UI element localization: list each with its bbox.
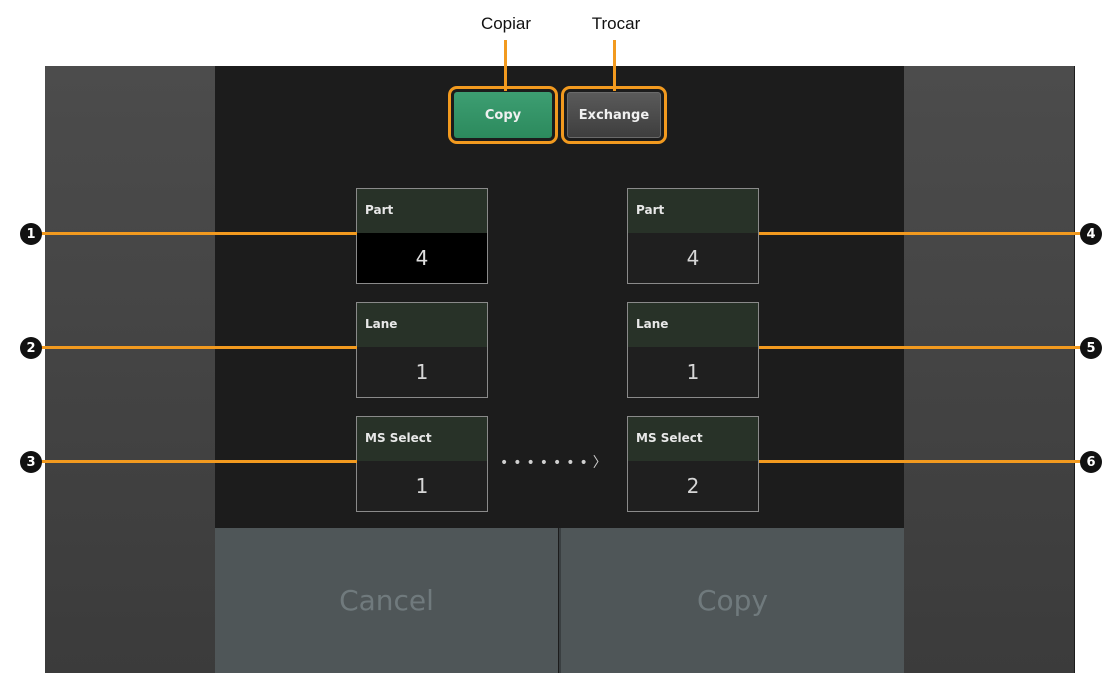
destination-lane-value: 1 <box>686 360 700 384</box>
copy-direction-arrow: •••••••〉 <box>500 455 612 471</box>
copy-mode-button[interactable]: Copy <box>448 86 558 144</box>
marker-5: 5 <box>1080 337 1102 359</box>
source-ms-select-value: 1 <box>415 474 429 498</box>
marker-3: 3 <box>20 451 42 473</box>
destination-ms-select-label: MS Select <box>628 417 758 461</box>
destination-lane-label: Lane <box>628 303 758 347</box>
callout-line-1 <box>30 232 357 235</box>
destination-ms-select-field[interactable]: MS Select 2 <box>627 416 759 512</box>
right-side-panel <box>904 66 1074 673</box>
destination-part-label: Part <box>628 189 758 233</box>
exchange-mode-button[interactable]: Exchange <box>561 86 667 144</box>
destination-lane-field[interactable]: Lane 1 <box>627 302 759 398</box>
marker-6: 6 <box>1080 451 1102 473</box>
callout-line-6 <box>759 460 1089 463</box>
source-part-label: Part <box>357 189 487 233</box>
marker-4: 4 <box>1080 223 1102 245</box>
copy-callout-label: Copiar <box>480 14 532 33</box>
source-ms-select-field[interactable]: MS Select 1 <box>356 416 488 512</box>
callout-line-5 <box>759 346 1089 349</box>
exchange-callout-label: Trocar <box>591 14 641 33</box>
copy-dialog-screen: Copy Exchange Part 4 Lane 1 MS Select 1 … <box>45 66 1075 673</box>
source-lane-label: Lane <box>357 303 487 347</box>
source-part-field[interactable]: Part 4 <box>356 188 488 284</box>
cancel-button[interactable]: Cancel <box>215 528 558 673</box>
marker-2: 2 <box>20 337 42 359</box>
source-ms-select-label: MS Select <box>357 417 487 461</box>
exchange-callout-line <box>613 40 616 91</box>
callout-line-3 <box>30 460 357 463</box>
destination-part-value: 4 <box>686 246 700 270</box>
destination-ms-select-value: 2 <box>686 474 700 498</box>
source-lane-field[interactable]: Lane 1 <box>356 302 488 398</box>
copy-callout-line <box>504 40 507 91</box>
source-part-value: 4 <box>357 233 487 283</box>
destination-part-field[interactable]: Part 4 <box>627 188 759 284</box>
left-side-panel <box>45 66 215 673</box>
callout-line-2 <box>30 346 357 349</box>
copy-button[interactable]: Copy <box>559 528 904 673</box>
marker-1: 1 <box>20 223 42 245</box>
source-lane-value: 1 <box>415 360 429 384</box>
callout-line-4 <box>759 232 1089 235</box>
